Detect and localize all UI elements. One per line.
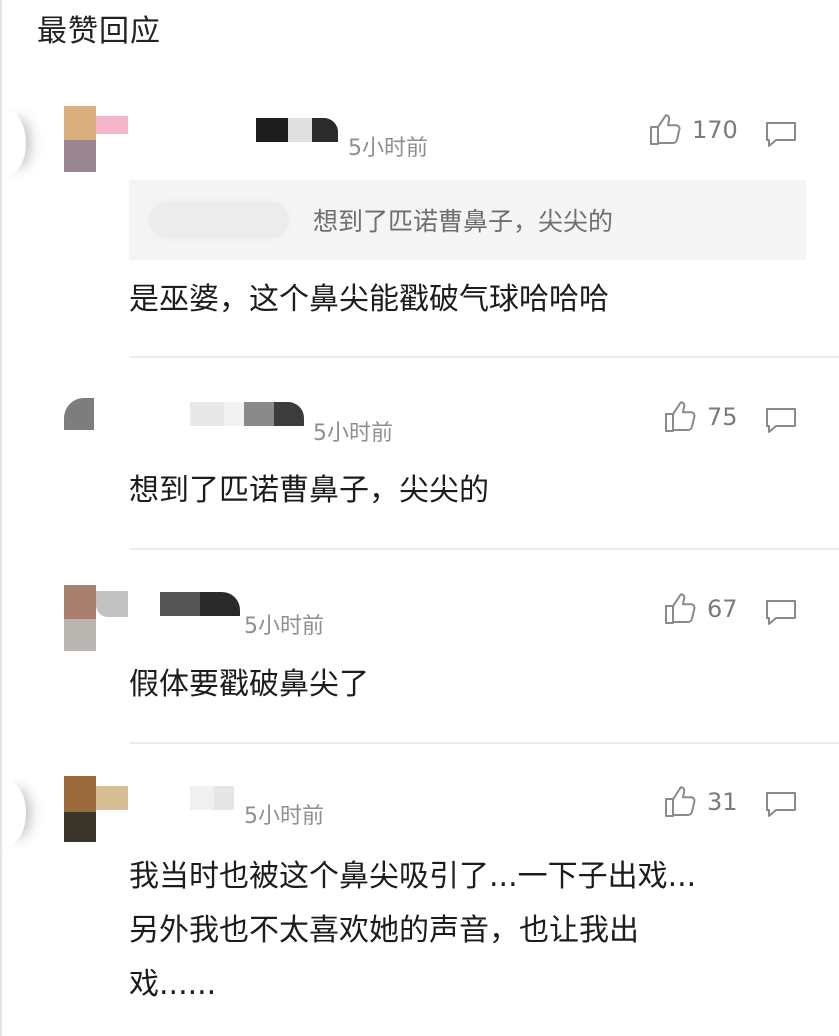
like-button[interactable]: 31	[663, 785, 738, 819]
username[interactable]	[190, 786, 240, 810]
comment-item: 5小时前 31 我当时也被这个鼻尖吸引了...一下子出戏... 另外我也不太喜欢…	[0, 0, 839, 1036]
comment-text: 我当时也被这个鼻尖吸引了...一下子出戏... 另外我也不太喜欢她的声音，也让我…	[129, 859, 697, 1002]
like-count: 31	[707, 788, 738, 816]
avatar[interactable]	[64, 776, 128, 842]
timestamp: 5小时前	[244, 804, 324, 829]
thumbs-up-icon	[665, 786, 696, 817]
comment-bubble-icon[interactable]	[764, 790, 798, 818]
avatar-edge	[0, 780, 26, 846]
